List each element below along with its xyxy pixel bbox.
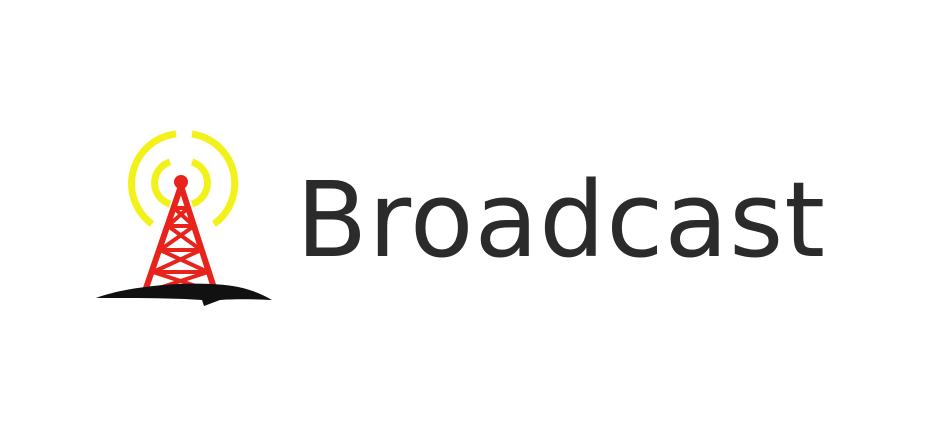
logo-canvas: Broadcast — [0, 0, 950, 438]
signal-wave-outer-right — [191, 130, 239, 227]
tower-structure — [141, 183, 219, 297]
signal-wave-inner-right — [190, 158, 211, 208]
signal-wave-inner-left — [151, 158, 172, 208]
brand-wordmark: Broadcast — [296, 159, 827, 281]
radio-tower-icon — [96, 130, 272, 306]
ground-shadow — [96, 283, 272, 306]
antenna-tip — [174, 175, 188, 189]
